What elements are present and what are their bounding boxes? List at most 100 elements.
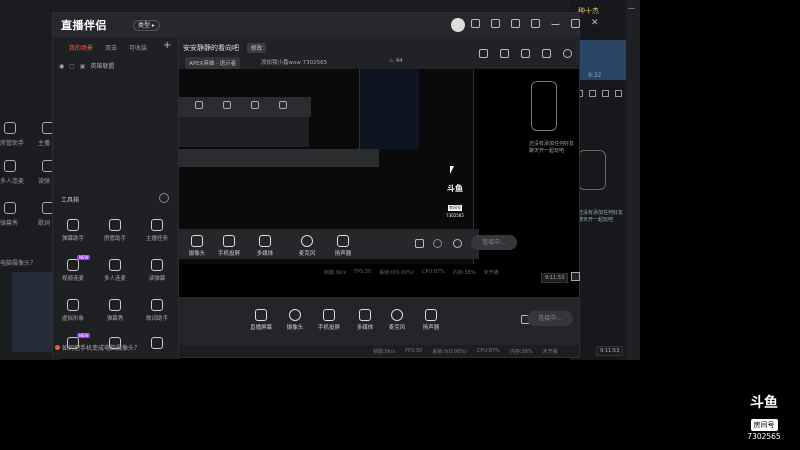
speaker-button[interactable]: 扬声器 [413, 309, 449, 331]
lock-icon[interactable]: ▢ [69, 63, 75, 70]
nested-bar-1 [179, 97, 311, 117]
connect-button[interactable]: 连接中... [527, 311, 573, 326]
scene-item[interactable]: ◉ ▢ ▣ 英雄联盟 [59, 61, 114, 70]
video-link-icon [67, 259, 79, 271]
inner-camera-button[interactable]: 摄像头 [179, 235, 215, 257]
bg-right-pill: 种十杰 [578, 7, 599, 15]
tool-label: 多人连麦 [103, 276, 126, 282]
layout-icon[interactable] [521, 49, 530, 58]
category-selector[interactable]: APEX英雄 · 语示者 [185, 57, 241, 69]
mic-button[interactable]: 麦克风 [379, 309, 415, 331]
phone-cast-button[interactable]: 手机投屏 [311, 309, 347, 331]
tool-danmu-show[interactable]: 弹幕秀 [95, 299, 135, 322]
tool-room-manager[interactable]: 房管助手 [95, 219, 135, 242]
inner-speaker-button[interactable]: 扬声器 [325, 235, 361, 257]
tool-label: 虚拟形象 [61, 316, 84, 322]
message-icon[interactable] [471, 19, 480, 28]
task-icon [151, 219, 163, 231]
danmu-icon [67, 219, 79, 231]
shirt-icon[interactable] [511, 19, 520, 28]
share-icon[interactable] [563, 49, 572, 58]
inner-mic-button[interactable]: 麦克风 [289, 235, 325, 257]
mascot-figure [531, 81, 557, 131]
inner-media-button[interactable]: 多媒体 [247, 235, 283, 257]
tool-label: 歌词助手 [145, 316, 168, 322]
left-footer-tip[interactable]: 如何把手机变成电脑摄像头？ [55, 343, 140, 352]
phone-cast-icon [323, 309, 335, 321]
tool-read-danmu[interactable]: 读弹幕 [137, 259, 177, 282]
mini-logo-text: 斗鱼 [447, 184, 463, 193]
watermark-room-label: 房间号 [750, 419, 778, 431]
bg-tool-icon [4, 160, 16, 172]
tool-lyrics[interactable]: 歌词助手 [137, 299, 177, 322]
tab-double[interactable]: 双击 [105, 43, 117, 57]
phone-cast-icon [223, 235, 235, 247]
status-item: 丢帧:0(0.00%) [432, 349, 467, 355]
bg-right-icon [602, 90, 609, 97]
calendar-icon [109, 299, 121, 311]
tab-collect[interactable]: 可收装 [129, 43, 147, 57]
inner-eye-icon[interactable] [433, 239, 442, 248]
camera-button[interactable]: 摄像头 [277, 309, 313, 331]
screen-capture-button[interactable]: 直播屏幕 [243, 309, 279, 331]
minimize-icon[interactable] [551, 19, 560, 25]
mode-badge[interactable]: 类型 ▸ [133, 20, 160, 31]
inner-status-item: FPS:30 [354, 269, 372, 275]
watermark-room-id: 7302565 [747, 432, 781, 441]
media-icon [359, 309, 371, 321]
control-bar: 直播屏幕 摄像头 手机投屏 多媒体 麦克风 扬声器 [179, 297, 579, 345]
edit-title-button[interactable]: 修改 [247, 43, 267, 53]
mic-icon [301, 235, 313, 247]
bell-icon[interactable] [542, 49, 551, 58]
nested-icons [179, 97, 311, 114]
tool-multi-link[interactable]: 多人连麦 [95, 259, 135, 282]
bg-label: 歌词 [38, 220, 51, 227]
trash-icon[interactable] [479, 49, 488, 58]
tool-danmu-helper[interactable]: 弹幕助手 [53, 219, 93, 242]
status-bar: 帧数:0k/s FPS:30 丢帧:0(0.00%) CPU:87% 内存:38… [179, 345, 579, 357]
control-label: 手机投屏 [317, 325, 340, 331]
media-icon [259, 235, 271, 247]
lock-icon[interactable] [500, 49, 509, 58]
viewer-count: ♨ 44 [389, 58, 403, 64]
overlay-friend-message: 还没有添加任何好友 聊天开一起玩吧 [529, 141, 575, 154]
inner-lock-icon [571, 272, 580, 281]
inner-record-icon[interactable] [415, 239, 424, 248]
camera-icon [191, 235, 203, 247]
tab-my-scene[interactable]: 我的场景 [69, 43, 93, 57]
lyrics-icon [151, 299, 163, 311]
tool-video-link[interactable]: NEW 视频连麦 [53, 255, 93, 282]
tool-label: 读弹幕 [148, 276, 166, 282]
bear-icon [67, 299, 79, 311]
mini-room-id: 7302565 [446, 213, 464, 218]
tool-extra-3[interactable] [137, 337, 177, 352]
inner-status-row: 帧数:0k/s FPS:30 丢帧:0(0.00%) CPU:87% 内存:38… [324, 269, 499, 276]
gift-icon[interactable] [491, 19, 500, 28]
scene-item-label: 英雄联盟 [90, 63, 115, 70]
tool-host-task[interactable]: 主播任务 [137, 219, 177, 242]
maximize-icon[interactable] [571, 19, 580, 28]
inner-phone-cast-button[interactable]: 手机投屏 [211, 235, 247, 257]
eye-icon[interactable]: ◉ [59, 63, 64, 70]
avatar[interactable] [451, 18, 465, 32]
user-icon [109, 219, 121, 231]
bg-thumbnail [12, 272, 52, 352]
bg-right-time-box: 9:11:53 [596, 346, 624, 356]
inner-bar-label: 手机投屏 [217, 251, 240, 257]
media-button[interactable]: 多媒体 [347, 309, 383, 331]
douyu-watermark: 斗鱼 房间号 7302565 [740, 392, 788, 441]
add-scene-button[interactable]: + [163, 40, 171, 51]
menu-icon[interactable] [531, 19, 540, 28]
stream-tools [479, 49, 572, 58]
inner-status-item: 丢帧:0(0.00%) [379, 270, 414, 276]
title-bar: 直播伴侣 类型 ▸ ✕ [53, 13, 599, 37]
tool-avatar[interactable]: 虚拟形象 [53, 299, 93, 322]
inner-settings-icon[interactable] [453, 239, 462, 248]
tools-more-icon[interactable] [159, 193, 169, 203]
bg-minimize-icon[interactable]: — [628, 4, 635, 12]
inner-connect-button[interactable]: 连接中... [471, 235, 517, 250]
inner-status-item: 帧数:0k/s [324, 270, 347, 276]
close-icon[interactable]: ✕ [591, 19, 599, 28]
scene-tabs: 我的场景 双击 可收装 [53, 43, 179, 57]
status-item: 内存:38% [509, 349, 533, 355]
